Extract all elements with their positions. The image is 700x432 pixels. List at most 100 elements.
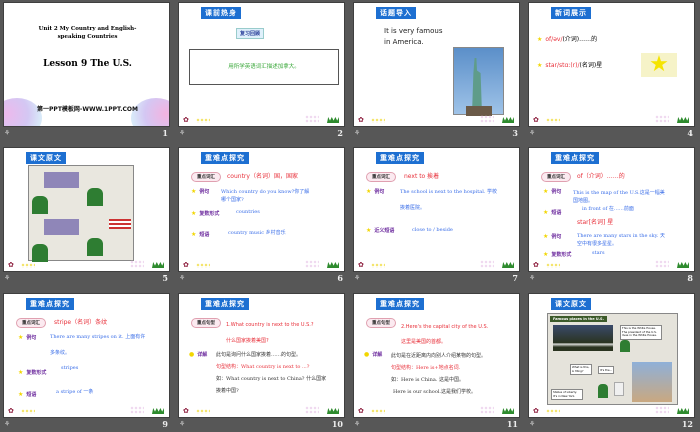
bubble-statue: Statue of Liberty. It's in New York. — [551, 389, 583, 401]
slide-thumbnail-10[interactable]: 重难点探究 重点句型 1.What country is next to the… — [178, 293, 345, 418]
label-example: 例句 — [26, 335, 37, 341]
slide-thumbnail-6[interactable]: 重难点探究 重点词汇 country（名词）国，国家 ★ 例句 Which cou… — [178, 147, 345, 272]
slide-thumbnail-3[interactable]: 话题导入 It is very famous in America. ✿ — [353, 2, 520, 127]
pattern-example: 如：What country is next to China? 什么国家 — [216, 376, 327, 382]
slide-thumbnail-2[interactable]: 课前热身 复习回顾 用所学英语词汇描述加拿大。 ✿ — [178, 2, 345, 127]
grass-decoration — [327, 262, 339, 268]
pattern-example-cont: 挨着中国? — [216, 388, 239, 394]
task-box: 用所学英语词汇描述加拿大。 — [189, 49, 339, 85]
bubble-its-the: It's the... — [598, 366, 615, 374]
slide-number: 5 — [162, 273, 168, 283]
famous-places-image: Famous places in the U.S. This is the Wh… — [547, 313, 678, 405]
label-explanation: 详解 — [372, 352, 383, 358]
slide-number: 2 — [337, 128, 343, 138]
example-text-cont: 挨着医院。 — [400, 205, 426, 211]
bubble-white-house: This is the White House. The president o… — [620, 325, 662, 340]
label-synonym: 近义短语 — [374, 228, 395, 234]
section-badge: 重难点探究 — [201, 298, 249, 310]
plural-text: stars — [592, 250, 605, 256]
pattern-translation: 什么国家挨着美国? — [226, 338, 269, 344]
pattern-translation: 这里是美国的首都。 — [401, 339, 447, 345]
slide-notes-icon: ⚘ — [4, 129, 11, 137]
label-example: 例句 — [551, 189, 562, 195]
section-badge: 新词展示 — [551, 7, 591, 19]
flower-icon: ✿ — [533, 261, 539, 269]
section-badge: 课文原文 — [26, 152, 66, 164]
vocab-heading-2: star[名词] 星 — [577, 219, 614, 226]
slide-notes-icon: ⚘ — [179, 420, 186, 428]
label-plural: 复数形式 — [26, 370, 47, 376]
star-bullet-icon: ★ — [537, 62, 543, 69]
phrase-text: country music 乡村音乐 — [228, 230, 286, 236]
key-vocab-tag: 重点词汇 — [191, 172, 221, 182]
key-vocab-tag: 重点词汇 — [16, 318, 46, 328]
slide-number: 4 — [687, 128, 693, 138]
slide-thumbnail-11[interactable]: 重难点探究 重点句型 2.Here's the capital city of … — [353, 293, 520, 418]
lesson-title: Lesson 9 The U.S. — [43, 59, 132, 69]
intro-text-line-2: in America. — [384, 38, 424, 46]
label-explanation: 详解 — [197, 352, 208, 358]
example-text-2-cont: 空中有很多星星。 — [577, 241, 618, 247]
slide-number: 7 — [512, 273, 518, 283]
slide-thumbnail-1[interactable]: Unit 2 My Country and English-speaking C… — [3, 2, 170, 127]
flower-icon: ✿ — [358, 116, 364, 124]
slide-number: 3 — [512, 128, 518, 138]
grass-decoration — [677, 117, 689, 123]
example-text: There are many stripes on it. 上面有许 — [50, 334, 146, 340]
label-phrase: 短语 — [199, 232, 210, 238]
grass-decoration — [327, 408, 339, 414]
bubble-question: What is this, Li Ming? — [570, 364, 592, 376]
grass-decoration — [152, 408, 164, 414]
key-pattern-tag: 重点句型 — [191, 318, 221, 328]
flower-icon: ✿ — [183, 407, 189, 415]
section-badge: 重难点探究 — [376, 152, 424, 164]
pattern-example: 如：Here is China. 这是中国。 — [391, 377, 465, 383]
example-text: Which country do you know?你了解 — [221, 189, 310, 195]
example-text-2: There are many stars in the sky. 天 — [577, 233, 665, 239]
slide-number: 9 — [162, 419, 168, 429]
slide-thumbnail-9[interactable]: 重难点探究 重点词汇 stripe（名词）条纹 ★ 例句 There are ma… — [3, 293, 170, 418]
label-example: 例句 — [199, 189, 210, 195]
slide-number: 11 — [506, 419, 518, 429]
vocab-heading: of（介词）……的 — [577, 173, 625, 180]
slide-number: 1 — [162, 128, 168, 138]
intro-text-line-1: It is very famous — [384, 27, 443, 35]
pattern-structure: 句型结构：Here is+地点名词. — [391, 365, 461, 371]
label-plural: 复数形式 — [199, 211, 220, 217]
grass-decoration — [327, 117, 339, 123]
pattern-structure: 句型结构：What country is next to ...? — [216, 364, 310, 370]
slide-thumbnail-5[interactable]: 课文原文 ✿ — [3, 147, 170, 272]
slide-thumbnail-8[interactable]: 重难点探究 重点词汇 of（介词）……的 ★ 例句 This is the map… — [528, 147, 695, 272]
word-of: of/əv/ — [545, 36, 563, 43]
image-title: Famous places in the U.S. — [550, 316, 607, 322]
pattern-heading: 1.What country is next to the U.S.? — [226, 322, 314, 328]
slide-notes-icon: ⚘ — [4, 274, 11, 282]
pattern-example-2: Here is our school.这是我们学校。 — [393, 389, 477, 395]
subheading: 复习回顾 — [236, 28, 265, 39]
grass-decoration — [502, 262, 514, 268]
example-text-cont: 哪个国家? — [221, 197, 244, 203]
vocab-heading: stripe（名词）条纹 — [54, 319, 108, 326]
slide-number: 10 — [331, 419, 343, 429]
vocab-heading: country（名词）国，国家 — [227, 173, 298, 180]
slide-notes-icon: ⚘ — [529, 129, 536, 137]
slide-notes-icon: ⚘ — [4, 420, 11, 428]
label-example: 例句 — [374, 189, 385, 195]
section-badge: 重难点探究 — [551, 152, 599, 164]
flower-icon: ✿ — [8, 407, 14, 415]
pattern-heading: 2.Here's the capital city of the U.S. — [401, 324, 489, 330]
section-badge: 课前热身 — [201, 7, 241, 19]
slide-notes-icon: ⚘ — [354, 420, 361, 428]
section-badge: 重难点探究 — [201, 152, 249, 164]
key-pattern-tag: 重点句型 — [366, 318, 396, 328]
star-bullet-icon: ★ — [537, 36, 543, 43]
slide-thumbnail-12[interactable]: 课文原文 Famous places in the U.S. This is t… — [528, 293, 695, 418]
flower-icon: ✿ — [183, 116, 189, 124]
slide-number: 12 — [681, 419, 693, 429]
slide-thumbnail-4[interactable]: 新词展示 ★ of/əv/(介词)……的 ★ star/stɑː(r)/(名词)星 … — [528, 2, 695, 127]
phrase-text: in front of 在……前面 — [582, 206, 634, 212]
slide-thumbnail-7[interactable]: 重难点探究 重点词汇 next to 挨着 ★ 例句 The school is … — [353, 147, 520, 272]
grass-decoration — [502, 408, 514, 414]
comic-image — [28, 165, 134, 262]
section-badge: 重难点探究 — [26, 298, 74, 310]
